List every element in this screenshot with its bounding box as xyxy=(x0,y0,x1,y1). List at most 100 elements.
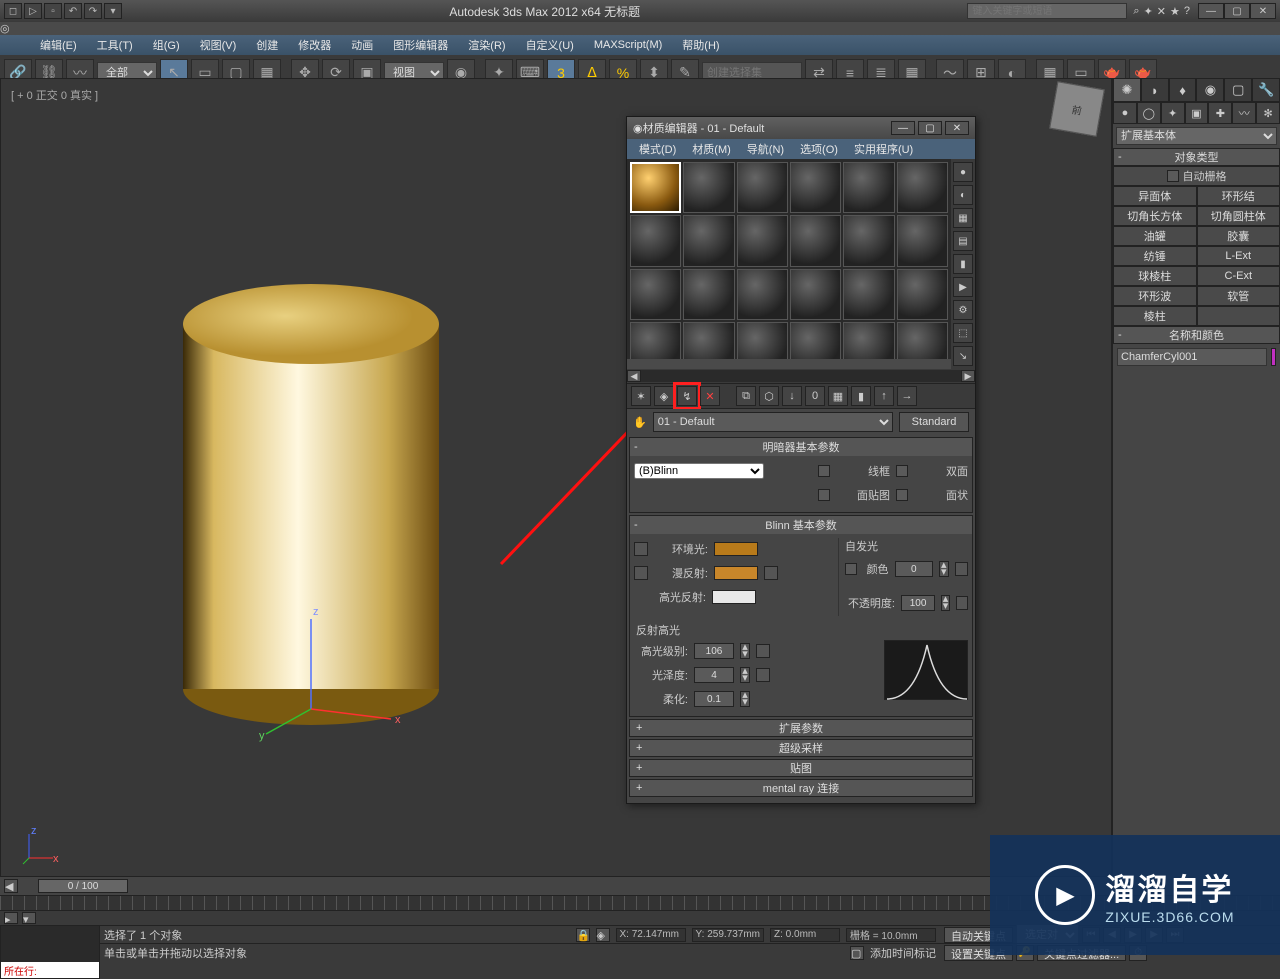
maxscript-mini-listener[interactable]: 所在行: xyxy=(0,925,100,979)
object-color-swatch[interactable] xyxy=(1271,348,1276,366)
material-slot-21[interactable] xyxy=(737,322,788,359)
tab-display-icon[interactable]: ▢ xyxy=(1224,78,1252,102)
menu-help[interactable]: 帮助(H) xyxy=(672,35,729,55)
cat-cameras-icon[interactable]: ▣ xyxy=(1185,102,1209,124)
cat-shapes-icon[interactable]: ◯ xyxy=(1137,102,1161,124)
make-copy-icon[interactable]: ⧉ xyxy=(736,386,756,406)
cat-lights-icon[interactable]: ✦ xyxy=(1161,102,1185,124)
obj-torusknot[interactable]: 环形结 xyxy=(1197,186,1280,206)
app-menu-button[interactable]: ◎ xyxy=(0,22,1280,35)
obj-lext[interactable]: L-Ext xyxy=(1197,246,1280,266)
me-close-button[interactable]: ✕ xyxy=(945,121,969,135)
faceted-checkbox[interactable] xyxy=(896,489,908,501)
time-slider[interactable]: 0 / 100 xyxy=(38,879,128,893)
geometry-subcategory[interactable]: 扩展基本体 xyxy=(1116,127,1277,145)
spinner-arrows-icon[interactable]: ▴▾ xyxy=(740,643,750,659)
blinn-rollout-header[interactable]: -Blinn 基本参数 xyxy=(630,516,972,534)
y-coord[interactable]: Y: 259.737mm xyxy=(692,928,764,942)
make-unique-icon[interactable]: ⬡ xyxy=(759,386,779,406)
material-slot-22[interactable] xyxy=(790,322,841,359)
material-slot-12[interactable] xyxy=(897,215,948,266)
tab-modify-icon[interactable]: ◗ xyxy=(1141,78,1169,102)
soften-spinner[interactable]: 0.1 xyxy=(694,691,734,707)
mentalray-rollout[interactable]: +mental ray 连接 xyxy=(629,779,973,797)
close-button[interactable]: ✕ xyxy=(1250,3,1276,19)
menu-create[interactable]: 创建 xyxy=(246,35,288,55)
options-icon[interactable]: ⚙ xyxy=(953,300,973,320)
cat-helpers-icon[interactable]: ✚ xyxy=(1208,102,1232,124)
qat-redo-icon[interactable]: ↷ xyxy=(84,3,102,19)
sample-type-icon[interactable]: ● xyxy=(953,162,973,182)
selection-lock-icon[interactable]: 🔒 xyxy=(576,928,590,942)
material-slot-17[interactable] xyxy=(843,269,894,320)
go-to-parent-icon[interactable]: ↑ xyxy=(874,386,894,406)
cat-systems-icon[interactable]: ✻ xyxy=(1256,102,1280,124)
autogrid-checkbox[interactable] xyxy=(1167,170,1179,182)
transform-gizmo[interactable]: z x y xyxy=(251,589,411,749)
me-menu-navigation[interactable]: 导航(N) xyxy=(739,139,792,159)
me-minimize-button[interactable]: — xyxy=(891,121,915,135)
reset-map-icon[interactable]: ✕ xyxy=(700,386,720,406)
material-slot-7[interactable] xyxy=(630,215,681,266)
isolate-icon[interactable]: ▢ xyxy=(850,946,864,960)
material-name-dropdown[interactable]: 01 - Default xyxy=(653,412,893,432)
name-color-header[interactable]: -名称和颜色 xyxy=(1113,326,1280,344)
material-type-button[interactable]: Standard xyxy=(899,412,969,432)
diffuse-lock-icon[interactable] xyxy=(634,566,648,580)
viewcube[interactable]: 前 xyxy=(1049,81,1105,137)
material-slot-19[interactable] xyxy=(630,322,681,359)
extended-params-rollout[interactable]: +扩展参数 xyxy=(629,719,973,737)
get-material-icon[interactable]: ✶ xyxy=(631,386,651,406)
material-slot-1[interactable] xyxy=(630,162,681,213)
diffuse-color-swatch[interactable] xyxy=(714,566,758,580)
shader-type-dropdown[interactable]: (B)Blinn xyxy=(634,463,764,479)
ambient-lock-icon[interactable] xyxy=(634,542,648,556)
make-preview-icon[interactable]: ▶ xyxy=(953,277,973,297)
obj-spindle[interactable]: 纺锤 xyxy=(1113,246,1197,266)
tab-utilities-icon[interactable]: 🔧 xyxy=(1252,78,1280,102)
twosided-checkbox[interactable] xyxy=(896,465,908,477)
obj-gengon[interactable]: 球棱柱 xyxy=(1113,266,1197,286)
opacity-spinner[interactable]: 100 xyxy=(901,595,935,611)
obj-chamfercyl[interactable]: 切角圆柱体 xyxy=(1197,206,1280,226)
menu-modifiers[interactable]: 修改器 xyxy=(288,35,341,55)
gloss-spinner[interactable]: 4 xyxy=(694,667,734,683)
spinner-arrows-icon[interactable]: ▴▾ xyxy=(740,691,750,707)
autogrid-row[interactable]: 自动栅格 xyxy=(1113,166,1280,186)
material-slot-8[interactable] xyxy=(683,215,734,266)
exchange-icon[interactable]: ✕ xyxy=(1157,5,1166,18)
coord-display-icon[interactable]: ◈ xyxy=(596,928,610,942)
selfillum-spinner[interactable]: 0 xyxy=(895,561,933,577)
material-slot-24[interactable] xyxy=(897,322,948,359)
material-slot-9[interactable] xyxy=(737,215,788,266)
menu-edit[interactable]: 编辑(E) xyxy=(30,35,87,55)
cat-spacewarps-icon[interactable]: 〰 xyxy=(1232,102,1256,124)
show-end-result-icon[interactable]: ▮ xyxy=(851,386,871,406)
maps-rollout[interactable]: +贴图 xyxy=(629,759,973,777)
search-icon[interactable]: ⌕ xyxy=(1133,5,1139,18)
obj-chamferbox[interactable]: 切角长方体 xyxy=(1113,206,1197,226)
spinner-arrows-icon[interactable]: ▴▾ xyxy=(740,667,750,683)
maximize-button[interactable]: ▢ xyxy=(1224,3,1250,19)
sample-uv-icon[interactable]: ▤ xyxy=(953,231,973,251)
viewport-label[interactable]: [ + 0 正交 0 真实 ] xyxy=(11,87,98,103)
put-to-library-icon[interactable]: ↓ xyxy=(782,386,802,406)
tab-create-icon[interactable]: ✺ xyxy=(1113,78,1141,102)
material-editor-titlebar[interactable]: ◉ 材质编辑器 - 01 - Default — ▢ ✕ xyxy=(627,117,975,139)
specular-color-swatch[interactable] xyxy=(712,590,756,604)
time-tag-text[interactable]: 添加时间标记 xyxy=(870,945,936,961)
key-icon[interactable]: ✦ xyxy=(1144,5,1153,18)
material-slot-23[interactable] xyxy=(843,322,894,359)
me-menu-modes[interactable]: 模式(D) xyxy=(631,139,684,159)
material-id-icon[interactable]: 0 xyxy=(805,386,825,406)
menu-grapheditors[interactable]: 图形编辑器 xyxy=(383,35,458,55)
menu-animation[interactable]: 动画 xyxy=(341,35,383,55)
put-to-scene-icon[interactable]: ◈ xyxy=(654,386,674,406)
tab-hierarchy-icon[interactable]: ♦ xyxy=(1169,78,1197,102)
diffuse-map-button[interactable] xyxy=(764,566,778,580)
timeslider-left-icon[interactable]: ◀ xyxy=(4,879,18,893)
supersampling-rollout[interactable]: +超级采样 xyxy=(629,739,973,757)
x-coord[interactable]: X: 72.147mm xyxy=(616,928,686,942)
me-menu-options[interactable]: 选项(O) xyxy=(792,139,846,159)
menu-rendering[interactable]: 渲染(R) xyxy=(458,35,515,55)
